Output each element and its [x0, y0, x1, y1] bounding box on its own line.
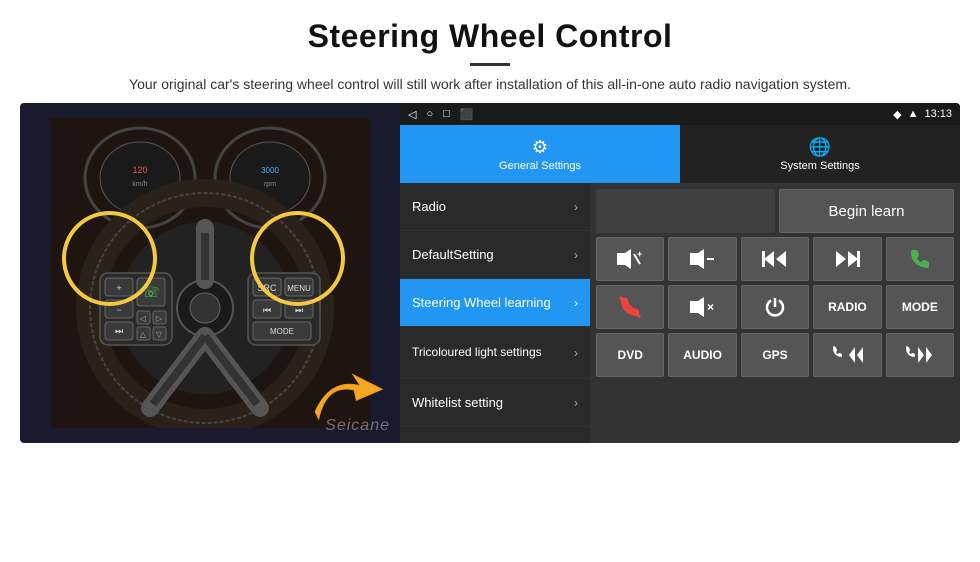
gps-btn-label: GPS: [762, 348, 787, 362]
main-content: Radio › DefaultSetting › Steering Wheel …: [400, 183, 960, 443]
tab-system[interactable]: 🌐 System Settings: [680, 125, 960, 183]
menu-item-radio[interactable]: Radio ›: [400, 183, 590, 231]
begin-learn-spacer: [596, 189, 775, 233]
mode-btn-label: MODE: [902, 300, 938, 314]
menu-item-steering[interactable]: Steering Wheel learning ›: [400, 279, 590, 327]
begin-learn-row: Begin learn: [596, 189, 954, 233]
begin-learn-label: Begin learn: [829, 203, 905, 220]
status-time: 13:13: [924, 108, 952, 120]
menu-tricolour-arrow: ›: [574, 346, 578, 360]
buttons-grid: +: [596, 237, 954, 377]
highlight-circle-left: [62, 211, 157, 306]
android-panel: ◁ ○ □ ⬛ ◆ ▲ 13:13 ⚙ General Settings: [400, 103, 960, 443]
ctrl-phone-answer[interactable]: [886, 237, 954, 281]
ctrl-dvd[interactable]: DVD: [596, 333, 664, 377]
ctrl-hangup[interactable]: [596, 285, 664, 329]
btn-row-1: +: [596, 237, 954, 281]
svg-text:MODE: MODE: [270, 327, 294, 336]
svg-text:▽: ▽: [156, 330, 163, 339]
svg-text:▷: ▷: [156, 314, 163, 323]
svg-text:+: +: [637, 249, 642, 259]
top-nav: ⚙ General Settings 🌐 System Settings: [400, 125, 960, 183]
ctrl-gps[interactable]: GPS: [741, 333, 809, 377]
audio-btn-label: AUDIO: [683, 348, 722, 362]
begin-learn-button[interactable]: Begin learn: [779, 189, 954, 233]
mute-icon: ×: [688, 296, 718, 318]
status-bar: ◁ ○ □ ⬛ ◆ ▲ 13:13: [400, 103, 960, 125]
ctrl-phone-next[interactable]: [886, 333, 954, 377]
tab-general[interactable]: ⚙ General Settings: [400, 125, 680, 183]
highlight-circle-right: [250, 211, 345, 306]
svg-text:◁: ◁: [140, 314, 147, 323]
phone-answer-icon: [909, 248, 931, 270]
btn-row-2: × RAD: [596, 285, 954, 329]
phone-next-icon: [904, 345, 936, 365]
ctrl-vol-down[interactable]: [668, 237, 736, 281]
header-section: Steering Wheel Control Your original car…: [0, 0, 980, 103]
menu-whitelist-arrow: ›: [574, 396, 578, 410]
content-area: 120 km/h 3000 rpm: [0, 103, 980, 562]
hangup-icon: [619, 296, 641, 318]
svg-text:⏭: ⏭: [115, 326, 123, 336]
prev-icon: [762, 249, 788, 269]
page-wrapper: Steering Wheel Control Your original car…: [0, 0, 980, 562]
page-title: Steering Wheel Control: [20, 18, 960, 55]
svg-text:⏭: ⏭: [295, 305, 303, 315]
home-nav-icon[interactable]: ○: [426, 108, 433, 120]
signal-icon: ▲: [908, 108, 919, 120]
ctrl-mode[interactable]: MODE: [886, 285, 954, 329]
menu-item-whitelist[interactable]: Whitelist setting ›: [400, 379, 590, 427]
back-nav-icon[interactable]: ◁: [408, 108, 416, 121]
vol-up-icon: +: [615, 248, 645, 270]
recent-nav-icon[interactable]: □: [443, 108, 450, 120]
ctrl-vol-up[interactable]: +: [596, 237, 664, 281]
ctrl-power[interactable]: [741, 285, 809, 329]
left-menu: Radio › DefaultSetting › Steering Wheel …: [400, 183, 590, 443]
status-bar-left: ◁ ○ □ ⬛: [408, 108, 473, 121]
subtitle-text: Your original car's steering wheel contr…: [100, 74, 880, 95]
svg-text:△: △: [140, 330, 147, 339]
next-icon: [834, 249, 860, 269]
svg-text:×: ×: [707, 300, 714, 314]
svg-text:120: 120: [132, 165, 147, 175]
location-icon: ◆: [893, 108, 901, 121]
right-panel: Begin learn +: [590, 183, 960, 443]
menu-default-arrow: ›: [574, 248, 578, 262]
menu-radio-arrow: ›: [574, 200, 578, 214]
menu-item-tricolour[interactable]: Tricoloured light settings ›: [400, 327, 590, 379]
status-bar-right: ◆ ▲ 13:13: [893, 108, 952, 121]
ctrl-next[interactable]: [813, 237, 881, 281]
ctrl-radio[interactable]: RADIO: [813, 285, 881, 329]
ctrl-prev[interactable]: [741, 237, 809, 281]
general-settings-icon: ⚙: [532, 137, 548, 158]
ctrl-phone-prev[interactable]: [813, 333, 881, 377]
ctrl-audio[interactable]: AUDIO: [668, 333, 736, 377]
vol-down-icon: [688, 248, 718, 270]
tab-system-label: System Settings: [780, 160, 859, 172]
power-icon: [764, 296, 786, 318]
menu-steering-arrow: ›: [574, 296, 578, 310]
dvd-btn-label: DVD: [618, 348, 643, 362]
menu-steering-label: Steering Wheel learning: [412, 295, 551, 310]
arrow-svg: [305, 363, 385, 423]
svg-text:⏮: ⏮: [263, 305, 271, 315]
tab-general-label: General Settings: [499, 160, 581, 172]
svg-text:km/h: km/h: [132, 181, 147, 188]
menu-default-label: DefaultSetting: [412, 247, 494, 262]
menu-tricolour-label: Tricoloured light settings: [412, 345, 542, 361]
title-divider: [470, 63, 510, 66]
menu-item-default[interactable]: DefaultSetting ›: [400, 231, 590, 279]
screenshot-icon[interactable]: ⬛: [460, 108, 474, 121]
menu-radio-label: Radio: [412, 199, 446, 214]
car-image-panel: 120 km/h 3000 rpm: [20, 103, 400, 443]
svg-text:−: −: [116, 305, 121, 315]
svg-text:3000: 3000: [261, 166, 279, 175]
menu-whitelist-label: Whitelist setting: [412, 395, 503, 410]
svg-text:rpm: rpm: [264, 181, 276, 188]
radio-btn-label: RADIO: [828, 300, 867, 314]
btn-row-3: DVD AUDIO GPS: [596, 333, 954, 377]
phone-prev-icon: [831, 345, 863, 365]
ctrl-mute[interactable]: ×: [668, 285, 736, 329]
system-settings-icon: 🌐: [809, 137, 831, 158]
